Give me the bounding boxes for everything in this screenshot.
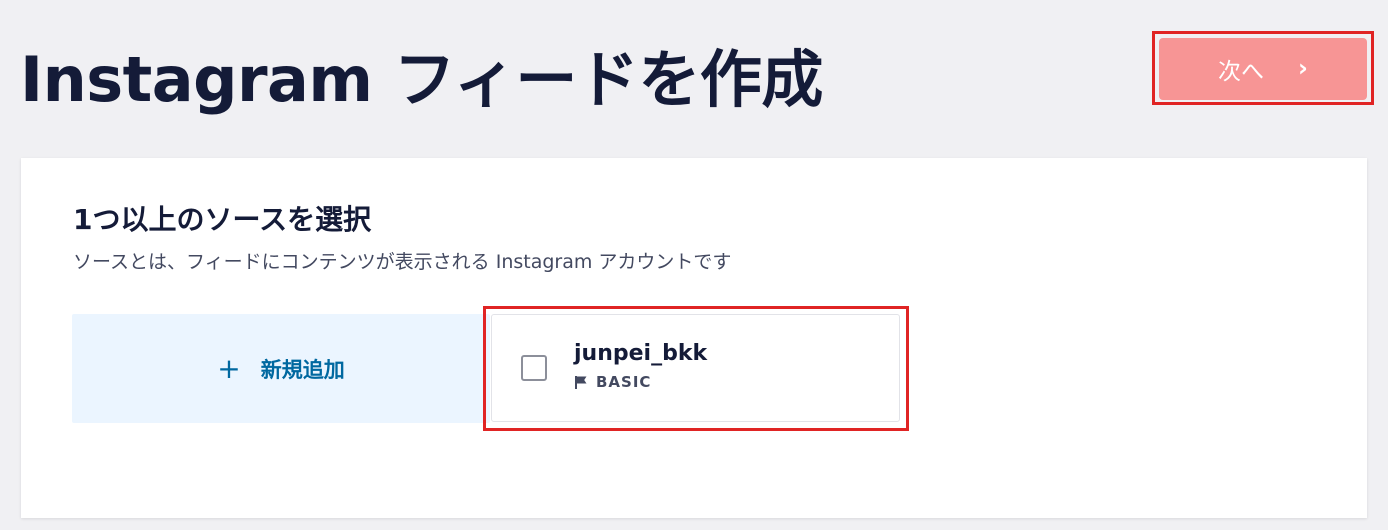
account-type-label: BASIC: [596, 373, 652, 391]
flag-icon: [575, 375, 587, 389]
source-checkbox[interactable]: [521, 355, 547, 381]
section-title: 1つ以上のソースを選択: [73, 203, 372, 236]
next-button[interactable]: 次へ ›: [1159, 38, 1367, 100]
next-button-label: 次へ: [1218, 59, 1265, 85]
page-title: Instagram フィードを作成: [20, 43, 823, 116]
account-type: BASIC: [574, 373, 651, 391]
add-new-source-button[interactable]: + 新規追加: [72, 314, 490, 423]
source-name: junpei_bkk: [574, 341, 708, 366]
plus-icon: +: [217, 351, 241, 385]
source-selection-card: 1つ以上のソースを選択 ソースとは、フィードにコンテンツが表示される Insta…: [21, 158, 1367, 518]
add-new-label: 新規追加: [260, 357, 345, 382]
section-description: ソースとは、フィードにコンテンツが表示される Instagram アカウントです: [73, 251, 732, 273]
chevron-right-icon: ›: [1298, 54, 1308, 82]
source-card-junpei-bkk[interactable]: junpei_bkk BASIC: [491, 314, 900, 422]
